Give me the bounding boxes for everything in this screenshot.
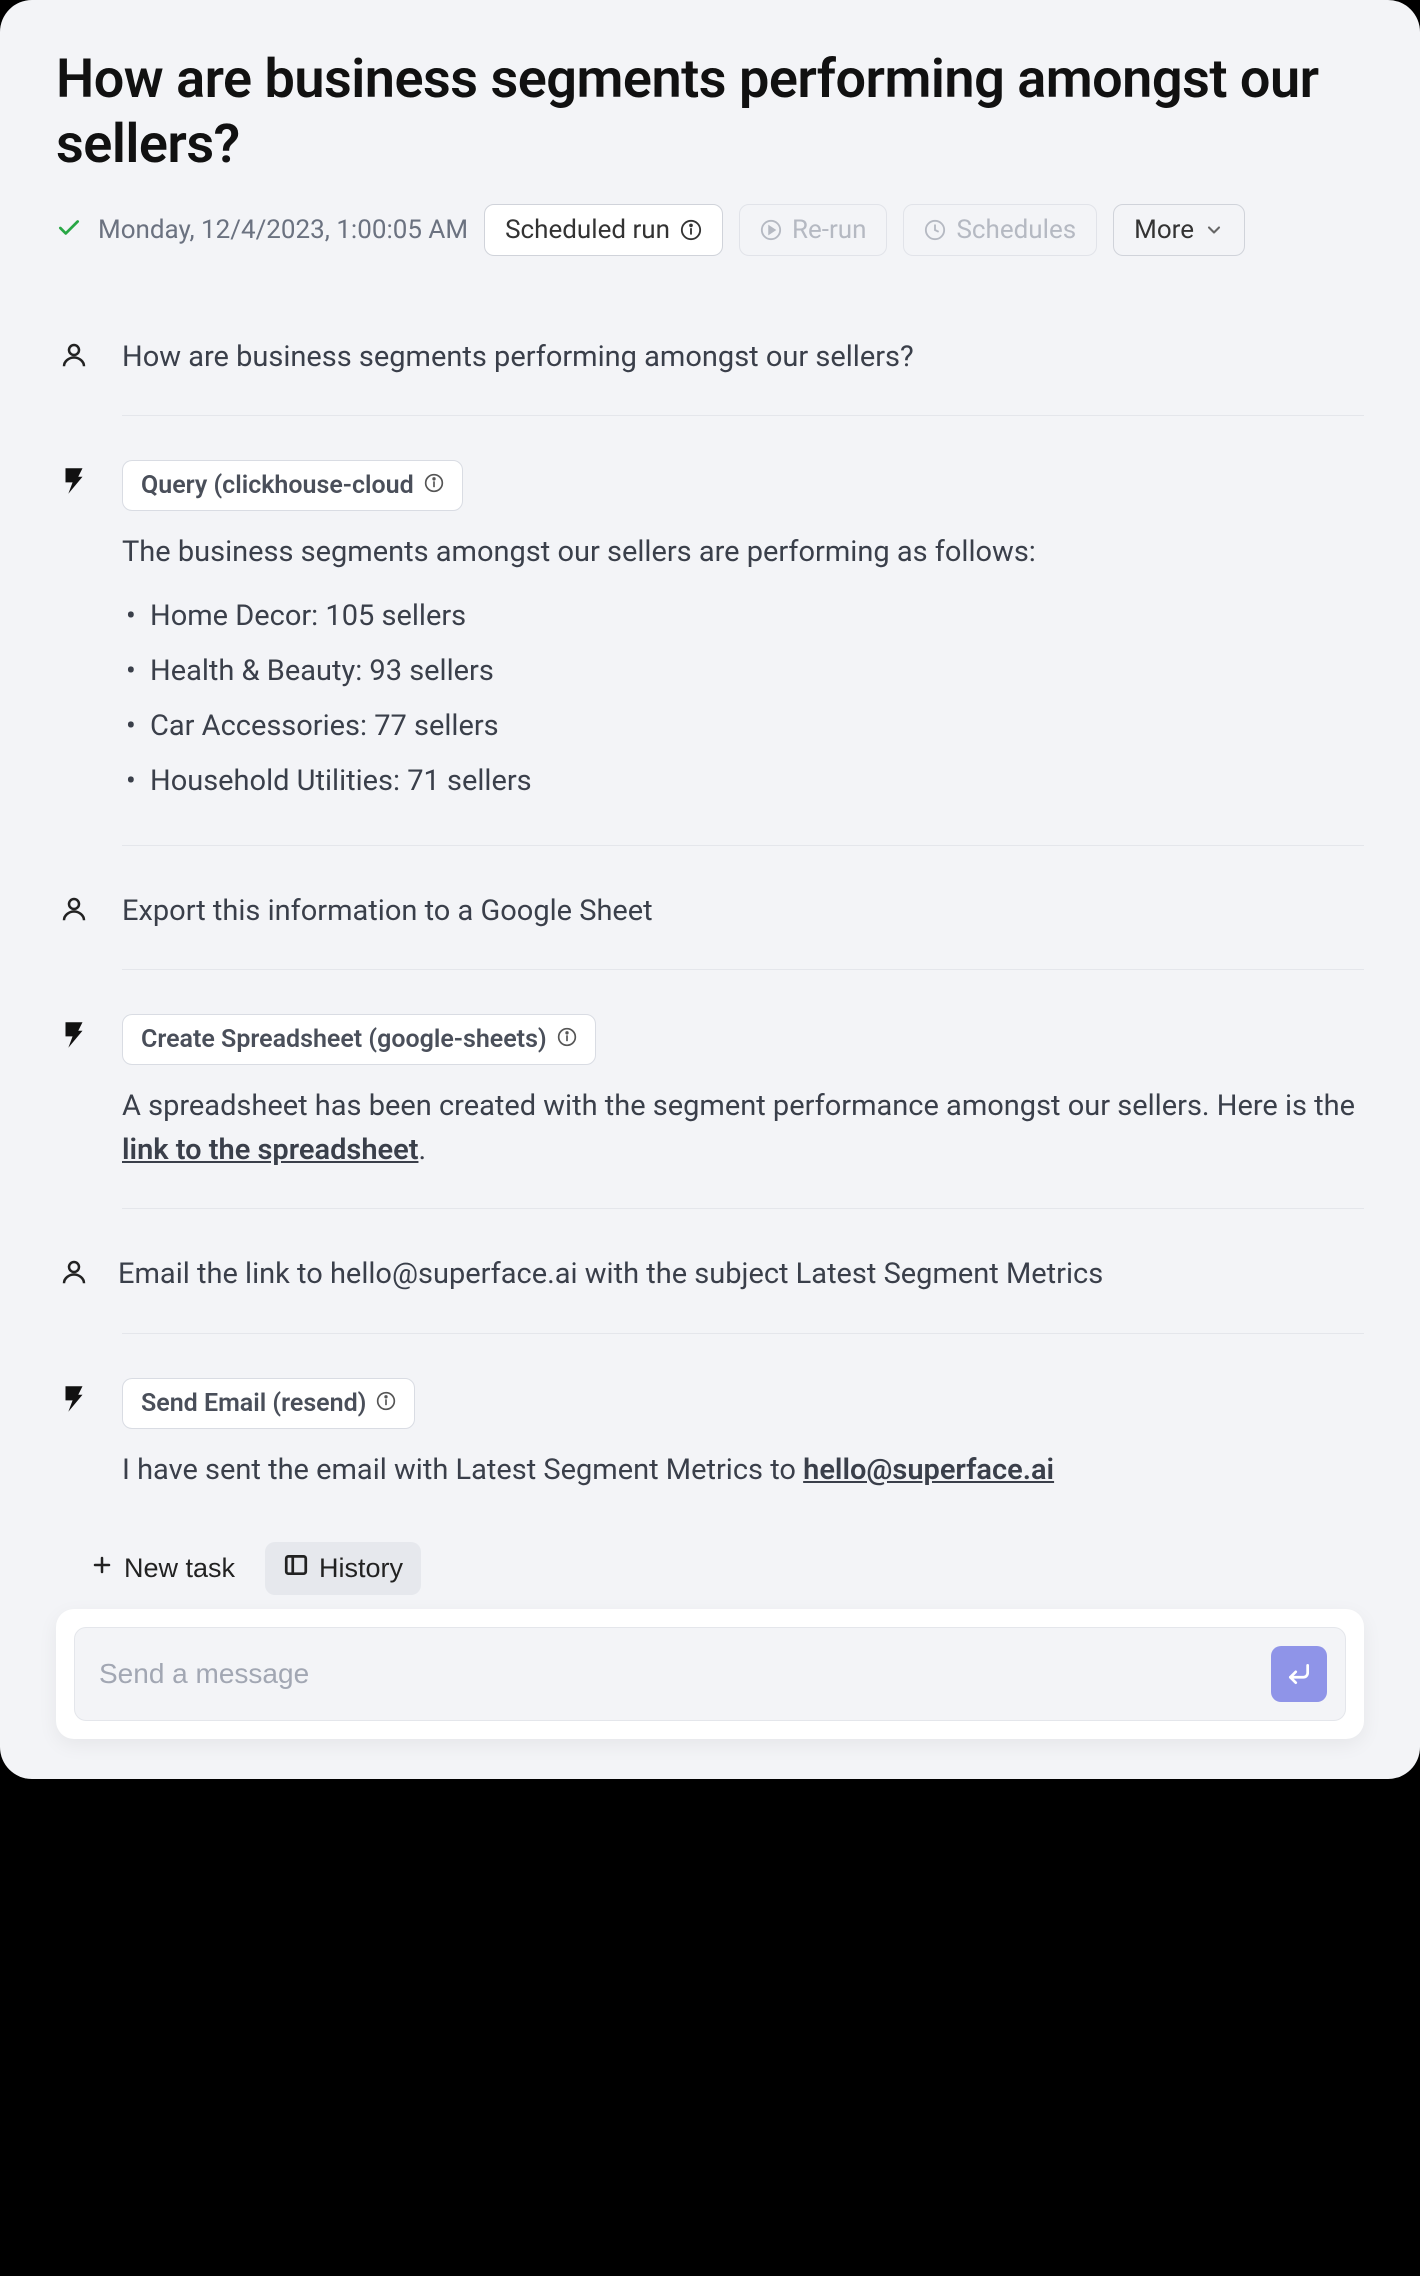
- scheduled-run-chip[interactable]: Scheduled run: [484, 204, 723, 256]
- divider: [122, 845, 1364, 846]
- list-item: Health & Beauty: 93 sellers: [150, 644, 1364, 699]
- chevron-down-icon: [1204, 220, 1224, 240]
- message-user: How are business segments performing amo…: [56, 328, 1364, 416]
- send-button[interactable]: [1271, 1646, 1327, 1702]
- tool-chip-query[interactable]: Query (clickhouse-cloud: [122, 460, 463, 511]
- check-icon: [56, 215, 82, 245]
- plus-icon: [90, 1553, 114, 1584]
- message-assistant: Query (clickhouse-cloud The business seg…: [56, 452, 1364, 845]
- message-assistant: Send Email (resend) I have sent the emai…: [56, 1370, 1364, 1503]
- tool-chip-email[interactable]: Send Email (resend): [122, 1378, 415, 1429]
- new-task-label: New task: [124, 1553, 235, 1584]
- meta-row: Monday, 12/4/2023, 1:00:05 AM Scheduled …: [56, 204, 1364, 256]
- text-before: A spreadsheet has been created with the …: [122, 1089, 1355, 1123]
- email-link[interactable]: hello@superface.ai: [803, 1453, 1054, 1487]
- list-item: Car Accessories: 77 sellers: [150, 699, 1364, 754]
- play-icon: [760, 219, 782, 241]
- rerun-label: Re-run: [792, 215, 867, 245]
- history-label: History: [319, 1553, 403, 1584]
- history-button[interactable]: History: [265, 1542, 421, 1595]
- message-assistant: Create Spreadsheet (google-sheets) A spr…: [56, 1006, 1364, 1208]
- footer-tabs: New task History: [56, 1542, 1364, 1595]
- clock-icon: [924, 219, 946, 241]
- new-task-button[interactable]: New task: [72, 1542, 253, 1595]
- spreadsheet-link[interactable]: link to the spreadsheet: [122, 1133, 418, 1167]
- segment-list: Home Decor: 105 sellers Health & Beauty:…: [122, 589, 1364, 809]
- user-message-text: Email the link to hello@superface.ai wit…: [118, 1253, 1364, 1297]
- user-message-text: Export this information to a Google Shee…: [122, 890, 1364, 934]
- assistant-text: I have sent the email with Latest Segmen…: [122, 1449, 1364, 1493]
- message-user: Export this information to a Google Shee…: [56, 882, 1364, 970]
- conversation-thread: How are business segments performing amo…: [56, 328, 1364, 1503]
- text-before: I have sent the email with Latest Segmen…: [122, 1453, 803, 1487]
- more-label: More: [1134, 215, 1194, 245]
- user-avatar: [56, 1253, 92, 1333]
- info-icon: [557, 1025, 577, 1054]
- info-icon: [680, 219, 702, 241]
- user-avatar: [56, 336, 92, 416]
- user-message-text: How are business segments performing amo…: [122, 336, 1364, 380]
- tool-label: Create Spreadsheet (google-sheets): [141, 1025, 547, 1054]
- app-window: How are business segments performing amo…: [0, 0, 1420, 1779]
- tool-label: Query (clickhouse-cloud: [141, 471, 414, 500]
- list-item: Household Utilities: 71 sellers: [150, 754, 1364, 809]
- tool-chip-spreadsheet[interactable]: Create Spreadsheet (google-sheets): [122, 1014, 596, 1065]
- schedules-label: Schedules: [956, 215, 1076, 245]
- user-avatar: [56, 890, 92, 970]
- tool-label: Send Email (resend): [141, 1389, 366, 1418]
- scheduled-run-label: Scheduled run: [505, 215, 670, 245]
- message-input[interactable]: [99, 1658, 1257, 1690]
- assistant-text: A spreadsheet has been created with the …: [122, 1085, 1364, 1172]
- composer: [56, 1609, 1364, 1739]
- divider: [122, 969, 1364, 970]
- assistant-intro: The business segments amongst our seller…: [122, 531, 1364, 575]
- panel-icon: [283, 1552, 309, 1585]
- info-icon: [376, 1389, 396, 1418]
- info-icon: [424, 471, 444, 500]
- composer-inner: [74, 1627, 1346, 1721]
- divider: [122, 1208, 1364, 1209]
- more-button[interactable]: More: [1113, 204, 1245, 256]
- assistant-avatar: [56, 1014, 92, 1208]
- text-after: .: [418, 1133, 426, 1167]
- list-item: Home Decor: 105 sellers: [150, 589, 1364, 644]
- assistant-avatar: [56, 460, 92, 845]
- rerun-button[interactable]: Re-run: [739, 204, 888, 256]
- message-user: Email the link to hello@superface.ai wit…: [56, 1245, 1364, 1333]
- page-title: How are business segments performing amo…: [56, 48, 1364, 178]
- divider: [122, 1333, 1364, 1334]
- assistant-avatar: [56, 1378, 92, 1503]
- run-timestamp: Monday, 12/4/2023, 1:00:05 AM: [98, 215, 468, 245]
- divider: [122, 415, 1364, 416]
- schedules-button[interactable]: Schedules: [903, 204, 1097, 256]
